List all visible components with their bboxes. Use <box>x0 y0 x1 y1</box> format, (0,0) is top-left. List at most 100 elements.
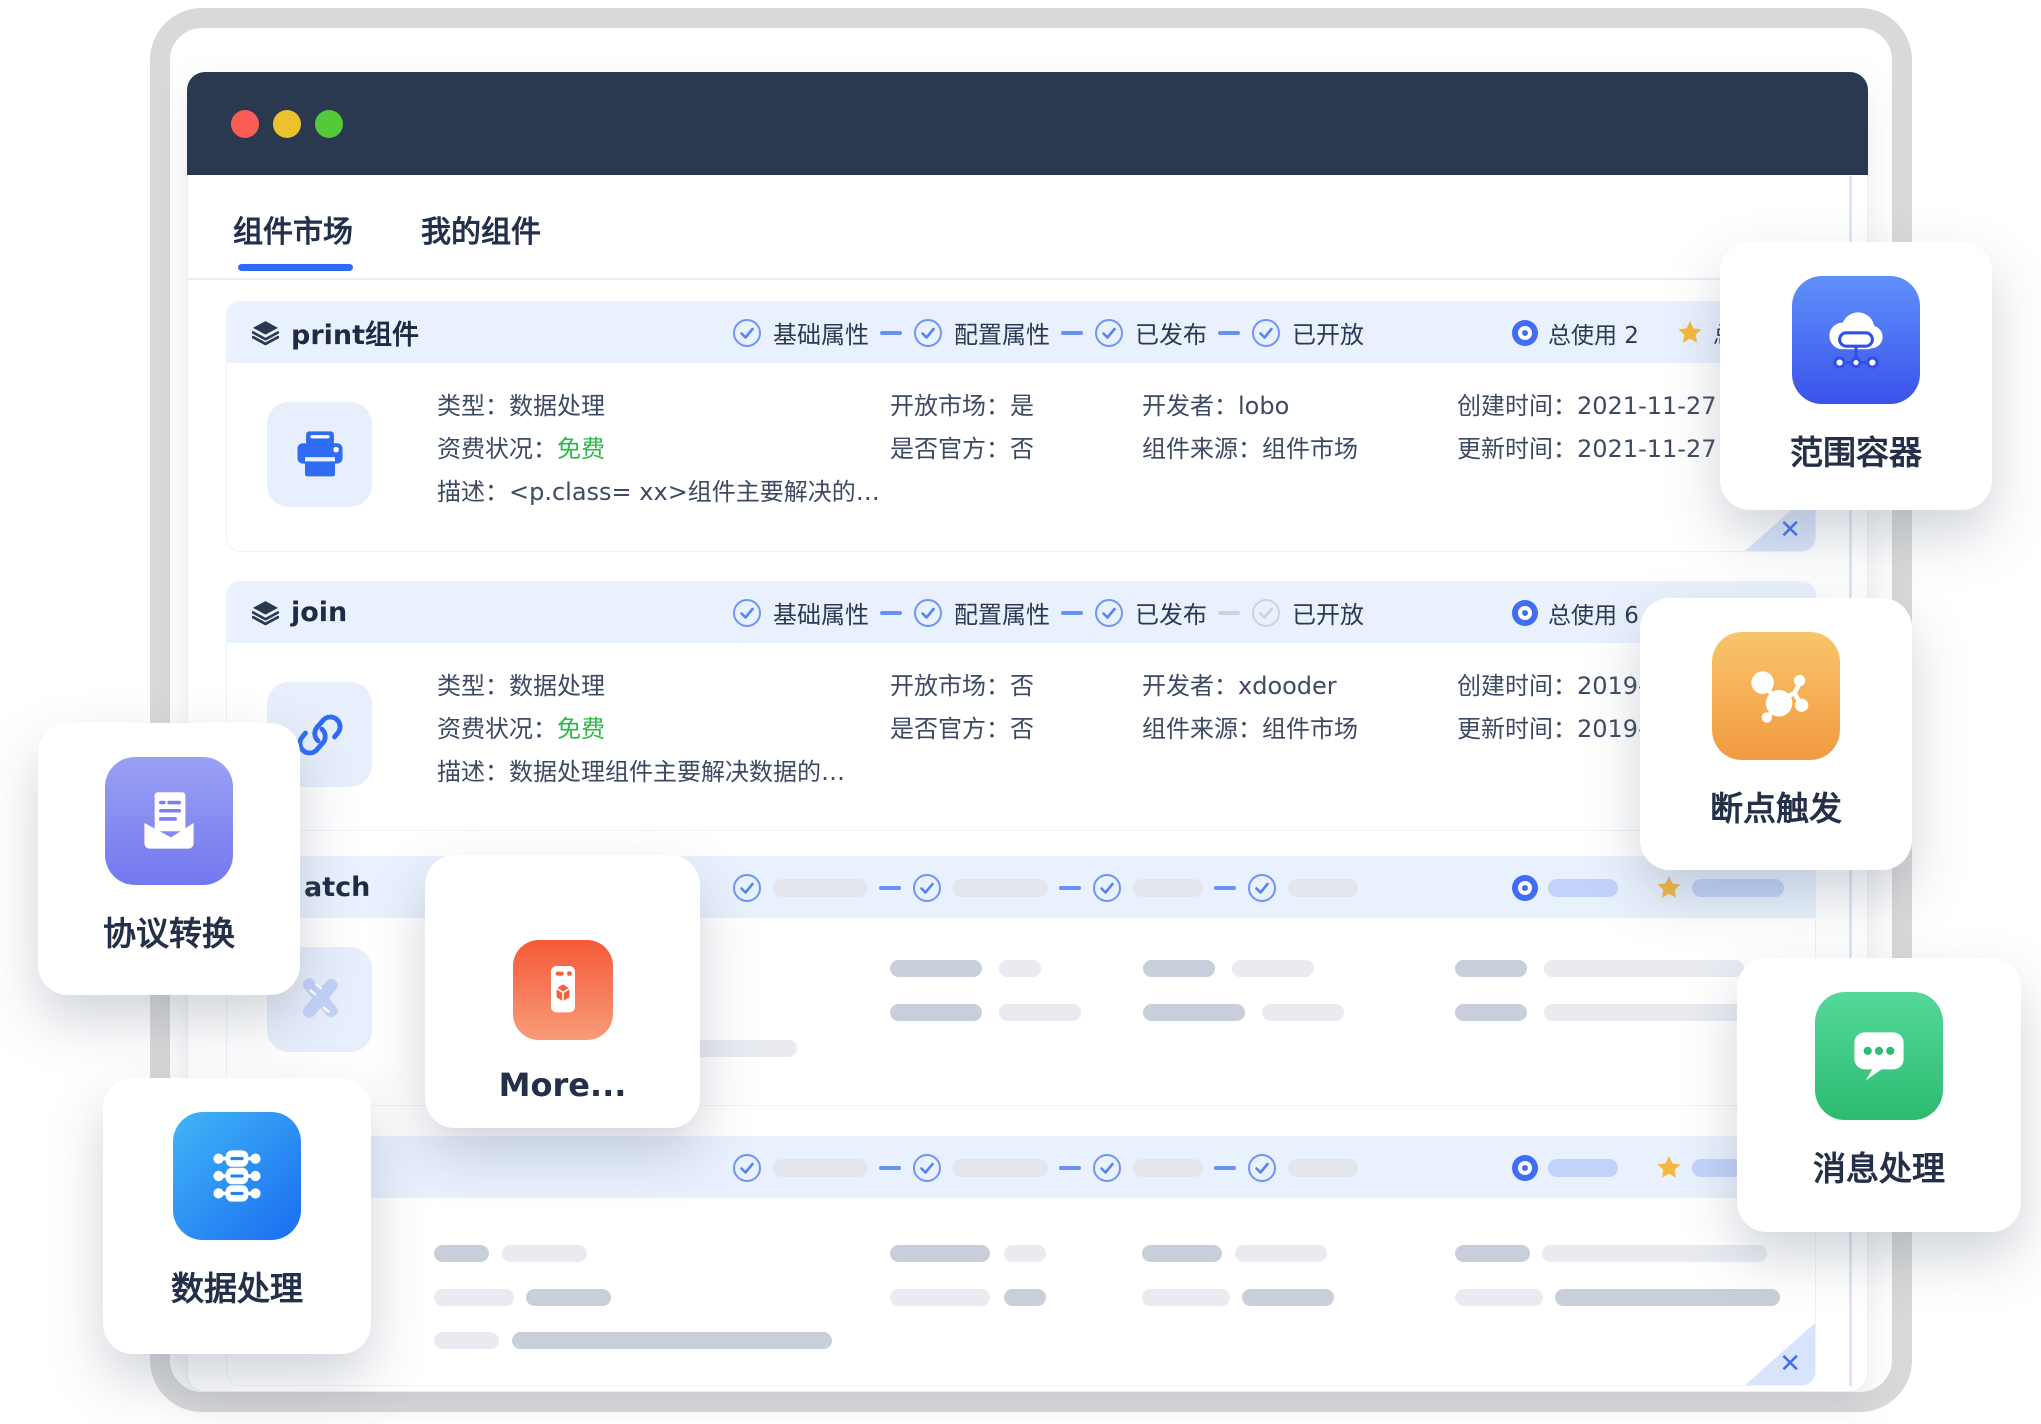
active-tab-underline <box>238 264 353 271</box>
tab-component-market[interactable]: 组件市场 <box>233 207 353 251</box>
step-label: 配置属性 <box>954 315 1050 350</box>
skeleton-pill <box>773 879 868 897</box>
floating-card-label: More... <box>499 1066 627 1104</box>
component-card-print[interactable]: print组件 基础属性 配置属性 已发布 已开放 <box>226 301 1816 552</box>
field-column: 开发者：xdooder 组件来源：组件市场 <box>1142 674 1358 760</box>
step-connector <box>880 611 902 615</box>
card-header: print组件 基础属性 配置属性 已发布 已开放 <box>227 302 1815 363</box>
field-column: 开发者：lobo 组件来源：组件市场 <box>1142 394 1358 480</box>
usage-count: 总使用 2 <box>1548 316 1639 350</box>
check-circle-icon <box>1247 1153 1277 1183</box>
usage-count: 总使用 6 <box>1548 596 1639 630</box>
component-card-join[interactable]: join 基础属性 配置属性 已发布 已开放 总使用 <box>226 581 1816 831</box>
component-title: print组件 <box>252 302 419 363</box>
step-label: 已开放 <box>1292 315 1364 350</box>
step-connector <box>1059 886 1081 890</box>
component-title: atch <box>304 857 370 918</box>
floating-card-scope-container[interactable]: 范围容器 <box>1720 242 1992 510</box>
skeleton-pill <box>953 879 1048 897</box>
status-steps-skeleton <box>732 1137 1358 1198</box>
printer-icon <box>290 425 350 485</box>
usage-eye-icon <box>1512 320 1538 346</box>
floating-card-data-processing[interactable]: 数据处理 <box>103 1078 371 1354</box>
component-title: join <box>252 582 347 643</box>
component-name: join <box>291 597 347 628</box>
step-connector <box>1059 1166 1081 1170</box>
store-icon <box>513 940 613 1040</box>
floating-card-more[interactable]: More... <box>425 855 700 1128</box>
step-label: 基础属性 <box>773 315 869 350</box>
tabs-divider <box>188 278 1867 280</box>
skeleton-pill <box>953 1159 1048 1177</box>
card-header: join 基础属性 配置属性 已发布 已开放 总使用 <box>227 582 1815 643</box>
step-connector <box>1214 886 1236 890</box>
skeleton-pill <box>1548 879 1618 897</box>
step-connector <box>879 1166 901 1170</box>
step-label: 已发布 <box>1135 595 1207 630</box>
close-card-button[interactable]: ✕ <box>1779 1351 1801 1377</box>
close-window-button[interactable] <box>231 110 259 138</box>
field-column: 类型：数据处理 资费状况：免费 描述：数据处理组件主要解决数据的… <box>437 674 845 803</box>
check-circle-icon <box>913 318 943 348</box>
check-circle-icon <box>732 318 762 348</box>
skeleton-pill <box>1548 1159 1618 1177</box>
component-name: print组件 <box>291 313 419 352</box>
check-circle-icon <box>1092 873 1122 903</box>
floating-card-protocol-conversion[interactable]: 协议转换 <box>38 723 300 995</box>
tab-my-components[interactable]: 我的组件 <box>421 207 541 251</box>
check-circle-icon <box>1094 318 1124 348</box>
floating-card-breakpoint-trigger[interactable]: 断点触发 <box>1640 598 1912 870</box>
check-circle-icon <box>732 598 762 628</box>
step-connector <box>1061 331 1083 335</box>
check-circle-icon <box>1094 598 1124 628</box>
skeleton-pill <box>773 1159 868 1177</box>
free-badge: 免费 <box>557 435 605 463</box>
check-circle-icon <box>1251 318 1281 348</box>
layers-icon <box>252 319 279 346</box>
step-connector <box>879 886 901 890</box>
step-label: 配置属性 <box>954 595 1050 630</box>
step-connector <box>1218 611 1240 615</box>
step-connector <box>1218 331 1240 335</box>
check-circle-icon <box>1092 1153 1122 1183</box>
free-badge: 免费 <box>557 715 605 743</box>
check-circle-icon <box>913 598 943 628</box>
card-header <box>227 1137 1815 1198</box>
floating-card-label: 范围容器 <box>1790 426 1922 474</box>
step-connector <box>1214 1166 1236 1170</box>
check-circle-icon-pending <box>1251 598 1281 628</box>
star-icon <box>1656 875 1682 901</box>
check-circle-icon <box>1247 873 1277 903</box>
status-steps: 基础属性 配置属性 已发布 已开放 <box>732 302 1364 363</box>
check-circle-icon <box>912 1153 942 1183</box>
step-label: 已开放 <box>1292 595 1364 630</box>
close-card-button[interactable]: ✕ <box>1779 517 1801 543</box>
field-column: 开放市场：否 是否官方：否 <box>890 674 1034 760</box>
page: 组件市场 我的组件 print组件 基础属性 配置属性 已发 <box>0 0 2041 1424</box>
status-steps: 基础属性 配置属性 已发布 已开放 <box>732 582 1364 643</box>
floating-card-label: 数据处理 <box>171 1262 303 1310</box>
skeleton-pill <box>1288 1159 1358 1177</box>
check-circle-icon <box>912 873 942 903</box>
floating-card-message-processing[interactable]: 消息处理 <box>1737 958 2021 1232</box>
app-window: 组件市场 我的组件 print组件 基础属性 配置属性 已发 <box>187 72 1868 1392</box>
maximize-window-button[interactable] <box>315 110 343 138</box>
tools-icon <box>289 969 351 1031</box>
step-label: 基础属性 <box>773 595 869 630</box>
skeleton-pill <box>1288 879 1358 897</box>
molecule-icon <box>1712 632 1840 760</box>
status-steps-skeleton <box>732 857 1358 918</box>
star-icon <box>1656 1155 1682 1181</box>
floating-card-label: 消息处理 <box>1813 1142 1945 1190</box>
skeleton-pill <box>1692 879 1784 897</box>
minimize-window-button[interactable] <box>273 110 301 138</box>
component-card-skeleton[interactable]: ✕ <box>226 1136 1816 1386</box>
data-pipeline-icon <box>173 1112 301 1240</box>
floating-card-label: 断点触发 <box>1710 782 1842 830</box>
usage-eye-icon <box>1512 600 1538 626</box>
layers-icon <box>252 599 279 626</box>
skeleton-pill <box>1133 879 1203 897</box>
field-column: 开放市场：是 是否官方：否 <box>890 394 1034 480</box>
chat-bubble-icon <box>1815 992 1943 1120</box>
field-column: 类型：数据处理 资费状况：免费 描述：<p.class= xx>组件主要解决的… <box>437 394 880 523</box>
